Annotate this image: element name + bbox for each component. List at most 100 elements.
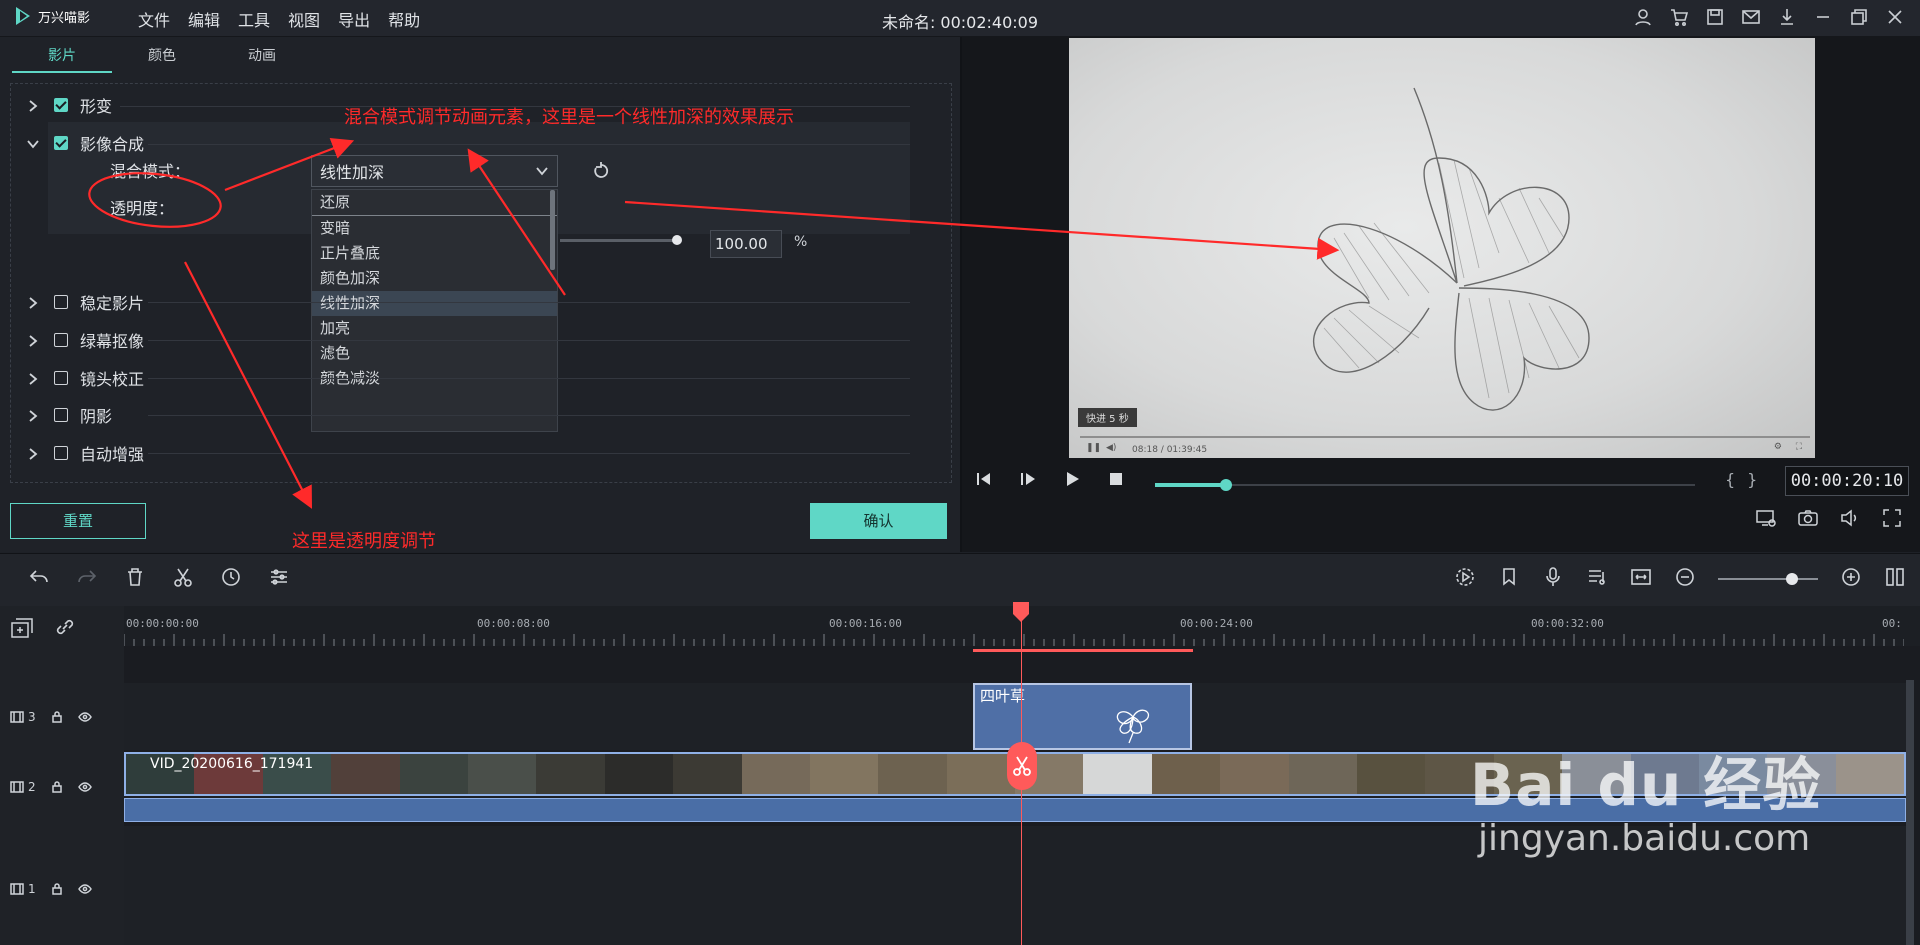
mark-in-out-icon[interactable]: {} — [1725, 470, 1769, 489]
chevron-down-icon[interactable] — [26, 136, 40, 150]
panel-toggle-icon[interactable] — [1884, 566, 1906, 592]
eye-icon[interactable] — [77, 780, 92, 794]
undo-icon[interactable] — [28, 566, 50, 592]
tab-video[interactable]: 影片 — [12, 43, 112, 73]
add-track-icon[interactable] — [10, 616, 34, 640]
prop-label: 镜头校正 — [80, 370, 145, 389]
auto-enhance-checkbox[interactable] — [54, 446, 68, 460]
marker-icon[interactable] — [1498, 566, 1520, 592]
prop-stabilize[interactable]: 稳定影片 — [26, 288, 144, 316]
chevron-right-icon[interactable] — [26, 371, 40, 385]
opacity-slider-knob[interactable] — [672, 235, 682, 245]
prop-auto-enhance[interactable]: 自动增强 — [26, 439, 144, 467]
chevron-right-icon[interactable] — [26, 98, 40, 112]
zoom-in-icon[interactable] — [1840, 566, 1862, 592]
download-icon[interactable] — [1776, 6, 1798, 28]
lock-icon[interactable] — [50, 882, 64, 896]
redo-icon[interactable] — [76, 566, 98, 592]
prop-shadow[interactable]: 阴影 — [26, 401, 112, 429]
reset-icon[interactable] — [590, 160, 612, 182]
track-number: 3 — [28, 710, 36, 724]
ruler-label: 00:00:00:00 — [126, 617, 199, 630]
duration-icon[interactable] — [220, 566, 242, 592]
video-clip-title: VID_20200616_171941 — [150, 756, 314, 772]
mail-icon[interactable] — [1740, 6, 1762, 28]
ok-button[interactable]: 确认 — [810, 503, 947, 539]
link-icon[interactable] — [54, 616, 76, 638]
lens-correction-checkbox[interactable] — [54, 371, 68, 385]
compositing-checkbox[interactable] — [54, 136, 68, 150]
lock-icon[interactable] — [50, 780, 64, 794]
playback-scrubber[interactable] — [1155, 484, 1695, 486]
dropdown-option[interactable]: 正片叠底 — [312, 241, 557, 266]
eye-icon[interactable] — [77, 710, 92, 724]
playhead-split-button[interactable] — [1007, 742, 1037, 790]
dropdown-option[interactable]: 还原 — [312, 190, 557, 216]
lock-icon[interactable] — [50, 710, 64, 724]
close-icon[interactable] — [1884, 6, 1906, 28]
stop-icon[interactable] — [1107, 470, 1125, 492]
dropdown-scrollbar[interactable] — [550, 190, 555, 270]
volume-icon[interactable] — [1839, 507, 1861, 533]
chevron-right-icon[interactable] — [26, 333, 40, 347]
timeline-vertical-scrollbar[interactable] — [1906, 680, 1914, 945]
play-icon[interactable] — [1063, 470, 1081, 492]
prop-label: 自动增强 — [80, 445, 145, 464]
prop-chroma-key[interactable]: 绿幕抠像 — [26, 326, 144, 354]
window-controls — [1632, 6, 1906, 28]
video-preview[interactable] — [1069, 38, 1815, 458]
zoom-out-icon[interactable] — [1674, 566, 1696, 592]
audio-mixer-icon[interactable] — [1586, 566, 1608, 592]
eye-icon[interactable] — [77, 882, 92, 896]
film-icon — [10, 781, 24, 793]
dropdown-option[interactable]: 颜色加深 — [312, 266, 557, 291]
display-settings-icon[interactable] — [1755, 507, 1777, 533]
playback-scrubber-knob[interactable] — [1220, 479, 1232, 491]
zoom-slider[interactable] — [1718, 573, 1818, 585]
film-icon — [10, 711, 24, 723]
stabilize-checkbox[interactable] — [54, 295, 68, 309]
dropdown-option[interactable]: 变暗 — [312, 216, 557, 241]
prev-frame-icon[interactable] — [975, 470, 993, 492]
chevron-right-icon[interactable] — [26, 295, 40, 309]
fullscreen-icon[interactable] — [1881, 507, 1903, 533]
save-icon[interactable] — [1704, 6, 1726, 28]
restore-icon[interactable] — [1848, 6, 1870, 28]
chevron-right-icon[interactable] — [26, 446, 40, 460]
blend-mode-select[interactable]: 线性加深 — [311, 155, 558, 187]
camera-icon[interactable] — [1797, 507, 1819, 533]
microphone-icon[interactable] — [1542, 566, 1564, 592]
panel-tabs: 影片 颜色 动画 — [12, 43, 312, 73]
user-icon[interactable] — [1632, 6, 1654, 28]
opacity-slider[interactable] — [560, 239, 680, 242]
playhead-handle[interactable] — [1012, 602, 1030, 622]
dropdown-option[interactable]: 加亮 — [312, 316, 557, 341]
chroma-key-checkbox[interactable] — [54, 333, 68, 347]
annotation-opacity: 这里是透明度调节 — [292, 531, 436, 552]
prop-lens-correction[interactable]: 镜头校正 — [26, 364, 144, 392]
prop-compositing[interactable]: 影像合成 — [26, 129, 144, 157]
zoom-slider-knob[interactable] — [1786, 573, 1798, 585]
cart-icon[interactable] — [1668, 6, 1690, 28]
tab-color[interactable]: 颜色 — [112, 43, 212, 73]
chevron-right-icon[interactable] — [26, 408, 40, 422]
adjust-icon[interactable] — [268, 566, 290, 592]
delete-icon[interactable] — [124, 566, 146, 592]
render-preview-icon[interactable] — [1454, 566, 1476, 592]
next-frame-icon[interactable] — [1019, 470, 1037, 492]
reset-button[interactable]: 重置 — [10, 503, 146, 539]
minimize-icon[interactable] — [1812, 6, 1834, 28]
opacity-input[interactable]: 100.00 — [710, 230, 782, 258]
prop-transform[interactable]: 形变 — [26, 91, 112, 119]
fit-timeline-icon[interactable] — [1630, 566, 1652, 592]
ruler-label: 00:00:24:00 — [1180, 617, 1253, 630]
prop-label: 阴影 — [80, 407, 113, 426]
tab-animation[interactable]: 动画 — [212, 43, 312, 73]
dropdown-option-selected[interactable]: 线性加深 — [312, 291, 557, 316]
blend-mode-dropdown[interactable]: 还原 变暗 正片叠底 颜色加深 线性加深 加亮 滤色 颜色减淡 — [311, 189, 558, 432]
dropdown-option[interactable]: 滤色 — [312, 341, 557, 366]
transform-checkbox[interactable] — [54, 98, 68, 112]
shadow-checkbox[interactable] — [54, 408, 68, 422]
preview-tools — [1755, 507, 1903, 533]
cut-icon[interactable] — [172, 566, 194, 592]
